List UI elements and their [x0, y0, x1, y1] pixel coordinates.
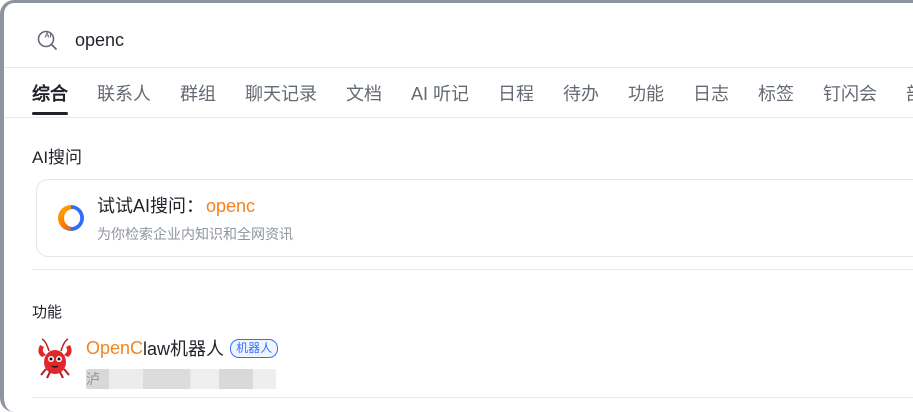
tab-contacts[interactable]: 联系人	[97, 77, 151, 115]
robot-badge: 机器人	[230, 338, 279, 358]
function-item-description-blurred: 泸	[86, 369, 276, 389]
ai-card-text: 试试AI搜问： openc 为你检索企业内知识和全网资讯	[97, 192, 293, 244]
ai-card-prefix: 试试AI搜问：	[97, 196, 205, 216]
function-name-rest: law机器人	[143, 339, 225, 359]
function-name-highlight: OpenC	[86, 337, 144, 358]
function-result-item[interactable]: OpenC law机器人 机器人 泸	[32, 335, 279, 389]
ai-card-query: openc	[206, 196, 256, 216]
function-item-name: OpenC law机器人 机器人	[86, 335, 279, 361]
function-section-title: 功能	[32, 304, 63, 321]
lobster-robot-icon	[38, 338, 72, 379]
search-divider	[4, 67, 913, 68]
ai-card-subtitle: 为你检索企业内知识和全网资讯	[97, 226, 293, 242]
tabs-divider	[4, 117, 913, 118]
tab-docs[interactable]: 文档	[346, 77, 382, 115]
section-divider	[32, 269, 913, 270]
svg-text:AI: AI	[45, 33, 52, 40]
ai-search-icon: AI	[37, 30, 57, 50]
tab-more[interactable]: 部	[906, 77, 913, 115]
tab-tags[interactable]: 标签	[758, 77, 794, 115]
tab-flash-meeting[interactable]: 钉闪会	[823, 77, 877, 115]
tab-todo[interactable]: 待办	[563, 77, 599, 115]
search-input[interactable]	[75, 29, 775, 51]
search-bar[interactable]: AI	[36, 23, 896, 57]
function-item-text: OpenC law机器人 机器人 泸	[86, 335, 279, 389]
tab-all[interactable]: 综合	[32, 77, 68, 115]
tab-functions[interactable]: 功能	[628, 77, 664, 115]
tab-logs[interactable]: 日志	[693, 77, 729, 115]
ai-card-title: 试试AI搜问： openc	[97, 192, 293, 218]
ai-section-title: AI搜问	[32, 148, 83, 167]
category-tabs: 综合 联系人 群组 聊天记录 文档 AI 听记 日程 待办 功能 日志 标签 钉…	[32, 77, 913, 115]
bottom-divider	[32, 397, 913, 398]
tab-ai-notes[interactable]: AI 听记	[411, 77, 469, 115]
ai-logo-icon	[58, 205, 84, 231]
tab-calendar[interactable]: 日程	[498, 77, 534, 115]
ai-search-card[interactable]: 试试AI搜问： openc 为你检索企业内知识和全网资讯	[36, 179, 913, 257]
tab-groups[interactable]: 群组	[180, 77, 216, 115]
search-panel: AI 综合 联系人 群组 聊天记录 文档 AI 听记 日程 待办 功能 日志 标…	[0, 0, 913, 412]
tab-chat-history[interactable]: 聊天记录	[245, 77, 317, 115]
function-item-description: 泸	[86, 371, 100, 387]
